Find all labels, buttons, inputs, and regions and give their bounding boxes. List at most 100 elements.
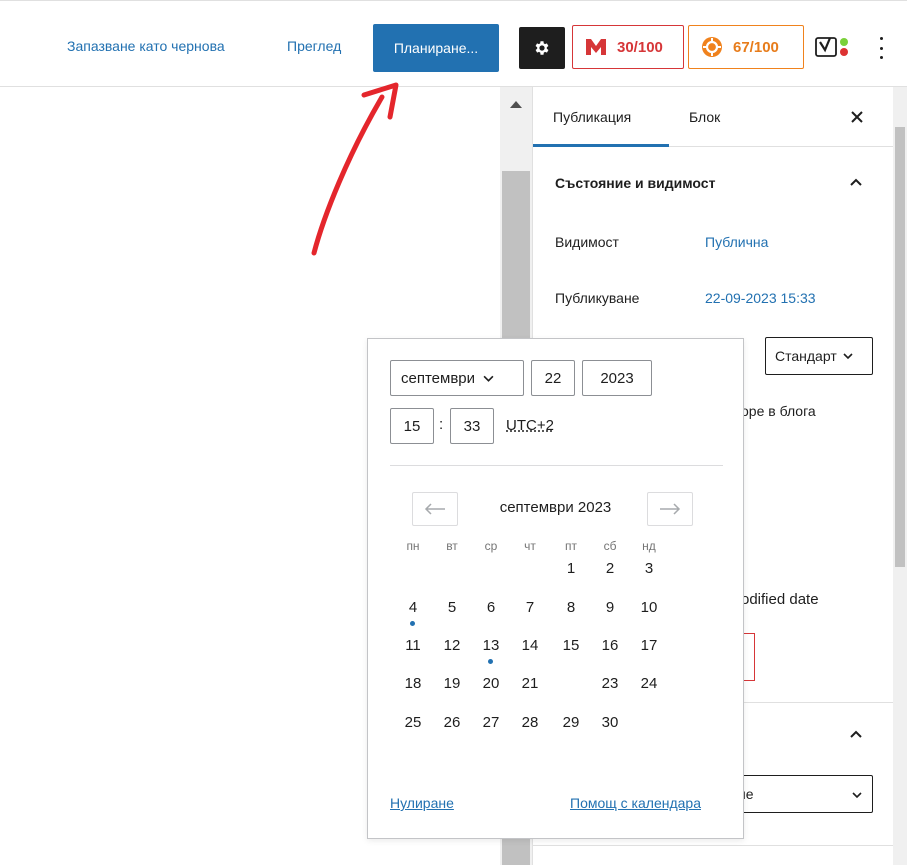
calendar-day[interactable]: 10 (629, 590, 669, 626)
calendar-day[interactable]: 15 (551, 628, 591, 664)
calendar-month-title: септември 2023 (499, 499, 612, 516)
save-draft-button[interactable]: Запазване като чернова (67, 38, 225, 54)
calendar-day[interactable]: 28 (510, 705, 550, 741)
calendar-day[interactable]: 13 (471, 628, 511, 664)
calendar-day[interactable]: 11 (393, 628, 433, 664)
scrollbar-thumb[interactable] (895, 127, 905, 567)
tab-block[interactable]: Блок (689, 109, 720, 125)
annotation-arrow-icon (311, 82, 399, 256)
weekday-label: ср (484, 539, 498, 553)
active-tab-indicator (533, 144, 669, 147)
reset-link[interactable]: Нулиране (390, 795, 454, 811)
chevron-down-icon (852, 792, 862, 799)
tab-post[interactable]: Публикация (553, 109, 631, 125)
weekday-label: пн (406, 539, 420, 553)
calendar-day[interactable]: 7 (510, 590, 550, 626)
sticky-option-label: оре в блога (741, 403, 816, 419)
calendar-day[interactable]: 18 (393, 666, 433, 702)
sidebar-scrollbar[interactable] (893, 87, 907, 865)
day-number: 16 (601, 637, 619, 654)
has-post-indicator (488, 659, 493, 664)
calendar-day[interactable]: 17 (629, 628, 669, 664)
panel-divider (533, 845, 894, 846)
calendar-day[interactable]: 21 (510, 666, 550, 702)
preview-button[interactable]: Преглед (287, 38, 341, 54)
arrow-left-icon (424, 503, 445, 515)
year-input[interactable]: 2023 (582, 360, 652, 396)
calendar-day[interactable]: 1 (551, 551, 591, 587)
calendar-day-selected[interactable]: 22 (551, 664, 591, 704)
calendar-day[interactable]: 27 (471, 705, 511, 741)
day-number: 6 (486, 599, 496, 616)
calendar-help-link[interactable]: Помощ с календара (570, 795, 701, 811)
visibility-value[interactable]: Публична (705, 234, 768, 250)
readability-score: 67/100 (733, 38, 779, 56)
day-number: 22 (562, 675, 580, 692)
post-format-select[interactable]: Стандарт (765, 337, 873, 375)
day-number: 7 (525, 599, 535, 616)
editor-toolbar: Запазване като чернова Преглед Планиране… (0, 0, 907, 87)
calendar-day[interactable]: 16 (590, 628, 630, 664)
chevron-down-icon (483, 375, 494, 382)
calendar-day[interactable]: 4 (393, 590, 433, 626)
day-number: 4 (408, 599, 418, 616)
post-format-value: Стандарт (775, 348, 837, 364)
scroll-up-icon[interactable] (510, 101, 522, 108)
calendar-day[interactable]: 3 (629, 551, 669, 587)
calendar-day[interactable]: 5 (432, 590, 472, 626)
chevron-down-icon (843, 353, 853, 360)
calendar-day[interactable]: 20 (471, 666, 511, 702)
calendar-day[interactable]: 8 (551, 590, 591, 626)
day-number: 26 (443, 714, 461, 731)
calendar-day[interactable]: 30 (590, 705, 630, 741)
timezone-label[interactable]: UTC+2 (506, 417, 554, 434)
day-input[interactable]: 22 (531, 360, 575, 396)
month-select[interactable]: септември (390, 360, 524, 396)
next-month-button[interactable] (647, 492, 693, 526)
day-number: 13 (482, 637, 500, 654)
calendar-day[interactable]: 9 (590, 590, 630, 626)
sidebar-tabs: Публикация Блок (533, 87, 893, 147)
calendar-day[interactable]: 19 (432, 666, 472, 702)
day-number: 30 (601, 714, 619, 731)
day-number: 27 (482, 714, 500, 731)
calendar-day[interactable]: 2 (590, 551, 630, 587)
hour-input[interactable]: 15 (390, 408, 434, 444)
settings-button[interactable] (519, 27, 565, 69)
day-number: 29 (562, 714, 580, 731)
more-options-icon[interactable] (876, 37, 886, 59)
seo-score: 30/100 (617, 38, 663, 56)
visibility-label: Видимост (555, 234, 619, 250)
calendar-day[interactable]: 29 (551, 705, 591, 741)
calendar-day[interactable]: 23 (590, 666, 630, 702)
day-number: 25 (404, 714, 422, 731)
seo-logo-icon (585, 36, 607, 58)
calendar-day[interactable]: 14 (510, 628, 550, 664)
weekday-label: вт (446, 539, 458, 553)
previous-month-button[interactable] (412, 492, 458, 526)
calendar-day[interactable]: 26 (432, 705, 472, 741)
chevron-up-icon[interactable] (849, 727, 863, 741)
day-number: 11 (405, 637, 421, 654)
chevron-up-icon[interactable] (849, 175, 863, 189)
calendar-day[interactable]: 24 (629, 666, 669, 702)
schedule-button[interactable]: Планиране... (373, 24, 499, 72)
publish-label: Публикуване (555, 290, 640, 306)
day-number: 5 (447, 599, 457, 616)
day-number: 9 (605, 599, 615, 616)
calendar-day[interactable]: 25 (393, 705, 433, 741)
picker-divider (390, 465, 723, 466)
close-icon[interactable] (845, 105, 869, 129)
panel-title[interactable]: Състояние и видимост (555, 175, 715, 191)
day-number: 15 (562, 637, 580, 654)
time-separator: : (439, 416, 444, 433)
weekday-label: чт (524, 539, 536, 553)
calendar-day[interactable]: 12 (432, 628, 472, 664)
readability-score-button[interactable]: 67/100 (688, 25, 804, 69)
date-picker-popover: септември 22 2023 15 : 33 UTC+2 септемвр… (367, 338, 744, 839)
publish-date-value[interactable]: 22-09-2023 15:33 (705, 290, 816, 306)
yoast-button[interactable] (815, 35, 857, 59)
minute-input[interactable]: 33 (450, 408, 494, 444)
calendar-day[interactable]: 6 (471, 590, 511, 626)
seo-score-button[interactable]: 30/100 (572, 25, 684, 69)
